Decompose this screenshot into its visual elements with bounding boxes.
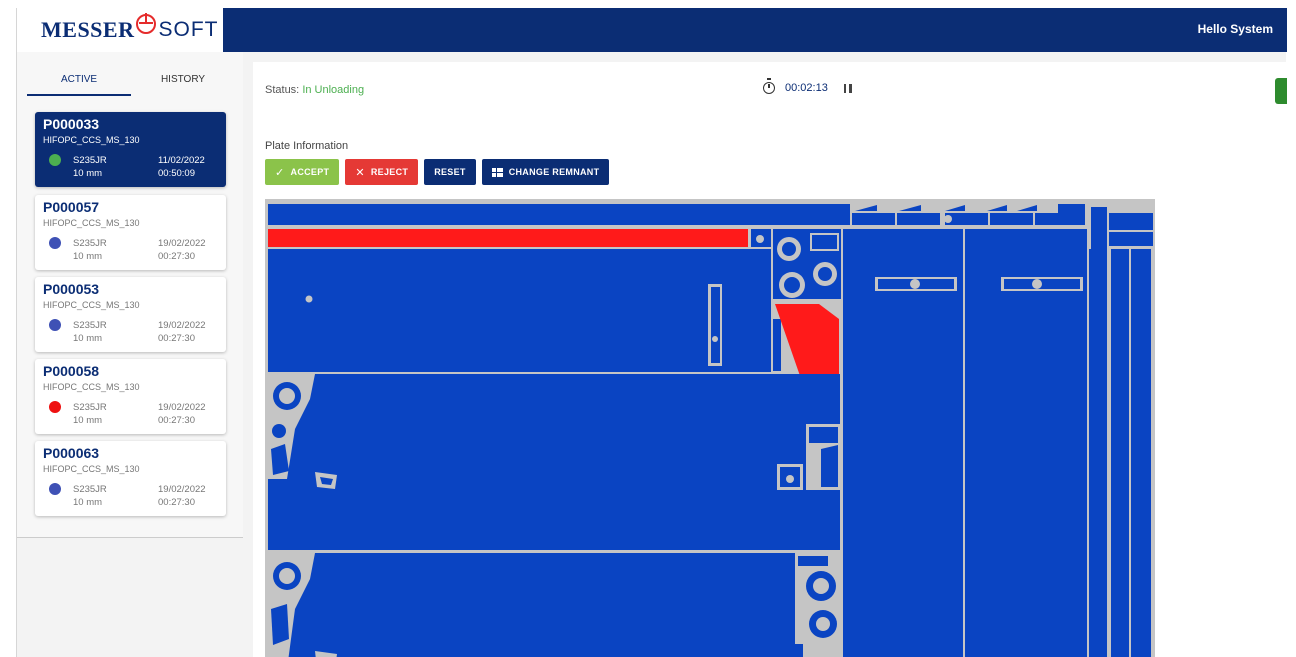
job-datetime: 19/02/2022 00:27:30 (158, 402, 206, 426)
status-dot-icon (49, 483, 61, 495)
change-remnant-label: CHANGE REMNANT (508, 167, 600, 177)
timer-value: 00:02:13 (785, 82, 828, 94)
job-material: S235JR 10 mm (73, 402, 107, 426)
part (268, 249, 771, 372)
job-datetime: 19/02/2022 00:27:30 (158, 238, 206, 262)
sidebar: ACTIVE HISTORY P000033 HIFOPC_CCS_MS_130… (17, 52, 243, 538)
status-dot-icon (49, 319, 61, 331)
pause-icon[interactable] (843, 83, 852, 93)
job-datetime: 19/02/2022 00:27:30 (158, 484, 206, 508)
job-card[interactable]: P000033 HIFOPC_CCS_MS_130 S235JR 10 mm 11… (35, 112, 226, 187)
main-panel: Status: In Unloading 00:02:13 Plate Info… (253, 62, 1287, 657)
job-card[interactable]: P000057 HIFOPC_CCS_MS_130 S235JR 10 mm 19… (35, 195, 226, 270)
sidebar-tabs: ACTIVE HISTORY (27, 68, 235, 96)
reject-label: REJECT (370, 167, 409, 177)
close-icon: ✕ (355, 166, 365, 179)
stopwatch-icon (763, 78, 775, 94)
user-greeting[interactable]: Hello System (1198, 22, 1273, 36)
job-card[interactable]: P000053 HIFOPC_CCS_MS_130 S235JR 10 mm 19… (35, 277, 226, 352)
check-icon: ✓ (275, 166, 285, 179)
status-dot-icon (49, 237, 61, 249)
status-dot-icon (49, 401, 61, 413)
status-line: Status: In Unloading (265, 84, 364, 96)
nesting-plate-view[interactable] (265, 199, 1155, 657)
job-id: P000058 (43, 363, 100, 379)
job-material: S235JR 10 mm (73, 484, 107, 508)
job-program: HIFOPC_CCS_MS_130 (43, 135, 140, 145)
status-value: In Unloading (302, 84, 365, 96)
status-dot-icon (49, 154, 61, 166)
job-card[interactable]: P000058 HIFOPC_CCS_MS_130 S235JR 10 mm 19… (35, 359, 226, 434)
side-action-tab[interactable] (1275, 78, 1287, 104)
job-program: HIFOPC_CCS_MS_130 (43, 218, 140, 228)
logo-main-text: MESSER (41, 17, 135, 42)
status-label: Status: (265, 84, 300, 96)
tab-history[interactable]: HISTORY (131, 68, 235, 96)
layout-grid-icon (491, 167, 503, 177)
app-logo: MESSER SOFT (17, 8, 223, 52)
accept-label: ACCEPT (290, 167, 330, 177)
reset-label: RESET (434, 167, 466, 177)
job-datetime: 19/02/2022 00:27:30 (158, 320, 206, 344)
job-material: S235JR 10 mm (73, 238, 107, 262)
job-program: HIFOPC_CCS_MS_130 (43, 464, 140, 474)
job-program: HIFOPC_CCS_MS_130 (43, 300, 140, 310)
plate-info-title: Plate Information (265, 140, 349, 152)
change-remnant-button[interactable]: CHANGE REMNANT (481, 159, 610, 185)
timer: 00:02:13 (763, 78, 852, 94)
job-id: P000033 (43, 116, 100, 132)
accept-button[interactable]: ✓ ACCEPT (265, 159, 340, 185)
job-material: S235JR 10 mm (73, 155, 107, 179)
job-card[interactable]: P000063 HIFOPC_CCS_MS_130 S235JR 10 mm 19… (35, 441, 226, 516)
reject-button[interactable]: ✕ REJECT (345, 159, 419, 185)
plate-actions: ✓ ACCEPT ✕ REJECT RESET CHANGE REMNANT (265, 159, 610, 185)
job-program: HIFOPC_CCS_MS_130 (43, 382, 140, 392)
tab-active[interactable]: ACTIVE (27, 68, 131, 96)
reset-button[interactable]: RESET (424, 159, 476, 185)
job-material: S235JR 10 mm (73, 320, 107, 344)
top-bar: MESSER SOFT Hello System (17, 8, 1287, 52)
job-id: P000053 (43, 281, 100, 297)
logo-sub-text: SOFT (158, 18, 219, 41)
job-id: P000063 (43, 445, 100, 461)
part (268, 553, 840, 657)
part (268, 374, 840, 550)
job-id: P000057 (43, 199, 100, 215)
job-datetime: 11/02/2022 00:50:09 (158, 155, 205, 179)
part-rejected (268, 229, 748, 247)
logo-mark-icon (136, 13, 157, 34)
part-strip-top (268, 204, 850, 225)
